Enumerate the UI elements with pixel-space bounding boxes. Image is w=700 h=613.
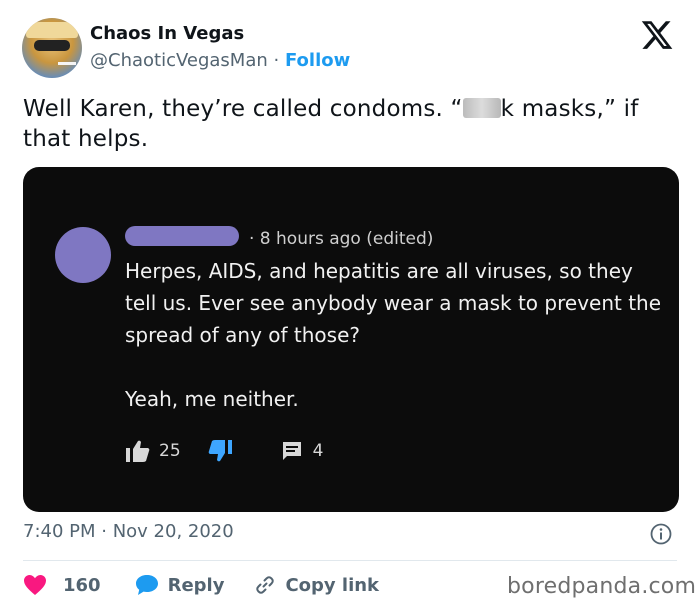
follow-button[interactable]: Follow: [285, 50, 350, 71]
x-logo-icon[interactable]: [640, 18, 674, 52]
comment-paragraph: Yeah, me neither.: [125, 387, 299, 411]
tweet-text-start: Well Karen, they’re called condoms. “: [23, 96, 463, 122]
redacted-word: [462, 98, 501, 118]
thumbs-down-icon: [208, 440, 232, 462]
speech-bubble-icon[interactable]: [135, 574, 159, 596]
avatar-cigarette: [58, 62, 76, 65]
commenter-avatar-redacted: [55, 227, 111, 283]
like-count: 25: [159, 441, 181, 461]
reply-count: 4: [312, 441, 324, 461]
comment-body: Herpes, AIDS, and hepatitis are all viru…: [125, 255, 665, 415]
like-count: 160: [63, 574, 101, 596]
reply-button[interactable]: Reply: [168, 575, 225, 596]
thumbs-up-icon: [126, 440, 150, 462]
tweet-timestamp[interactable]: 7:40 PM · Nov 20, 2020: [23, 521, 234, 542]
copy-link-button[interactable]: Copy link: [285, 575, 379, 596]
info-icon[interactable]: [650, 523, 672, 545]
comment-meta: · 8 hours ago (edited): [249, 229, 434, 249]
comment-paragraph: Herpes, AIDS, and hepatitis are all viru…: [125, 259, 662, 347]
divider: [23, 560, 677, 561]
author-name[interactable]: Chaos In Vegas: [90, 23, 244, 44]
avatar-hat: [26, 22, 78, 38]
avatar-glasses: [34, 40, 70, 51]
author-handle-row: @ChaoticVegasMan · Follow: [90, 50, 350, 71]
tweet-media-image[interactable]: · 8 hours ago (edited) Herpes, AIDS, and…: [23, 167, 679, 512]
comment-actions: 25 4: [125, 437, 323, 465]
author-handle[interactable]: @ChaoticVegasMan: [90, 50, 268, 71]
commenter-name-redacted: [125, 226, 239, 246]
comment-icon: [282, 442, 301, 460]
watermark: boredpanda.com: [507, 574, 697, 599]
link-icon[interactable]: [254, 574, 276, 596]
heart-icon[interactable]: [23, 574, 47, 596]
author-avatar[interactable]: [22, 18, 82, 78]
separator-dot: ·: [273, 50, 280, 71]
tweet-text: Well Karen, they’re called condoms. “k m…: [23, 94, 683, 154]
tweet-actions: 160 Reply Copy link: [23, 572, 379, 598]
